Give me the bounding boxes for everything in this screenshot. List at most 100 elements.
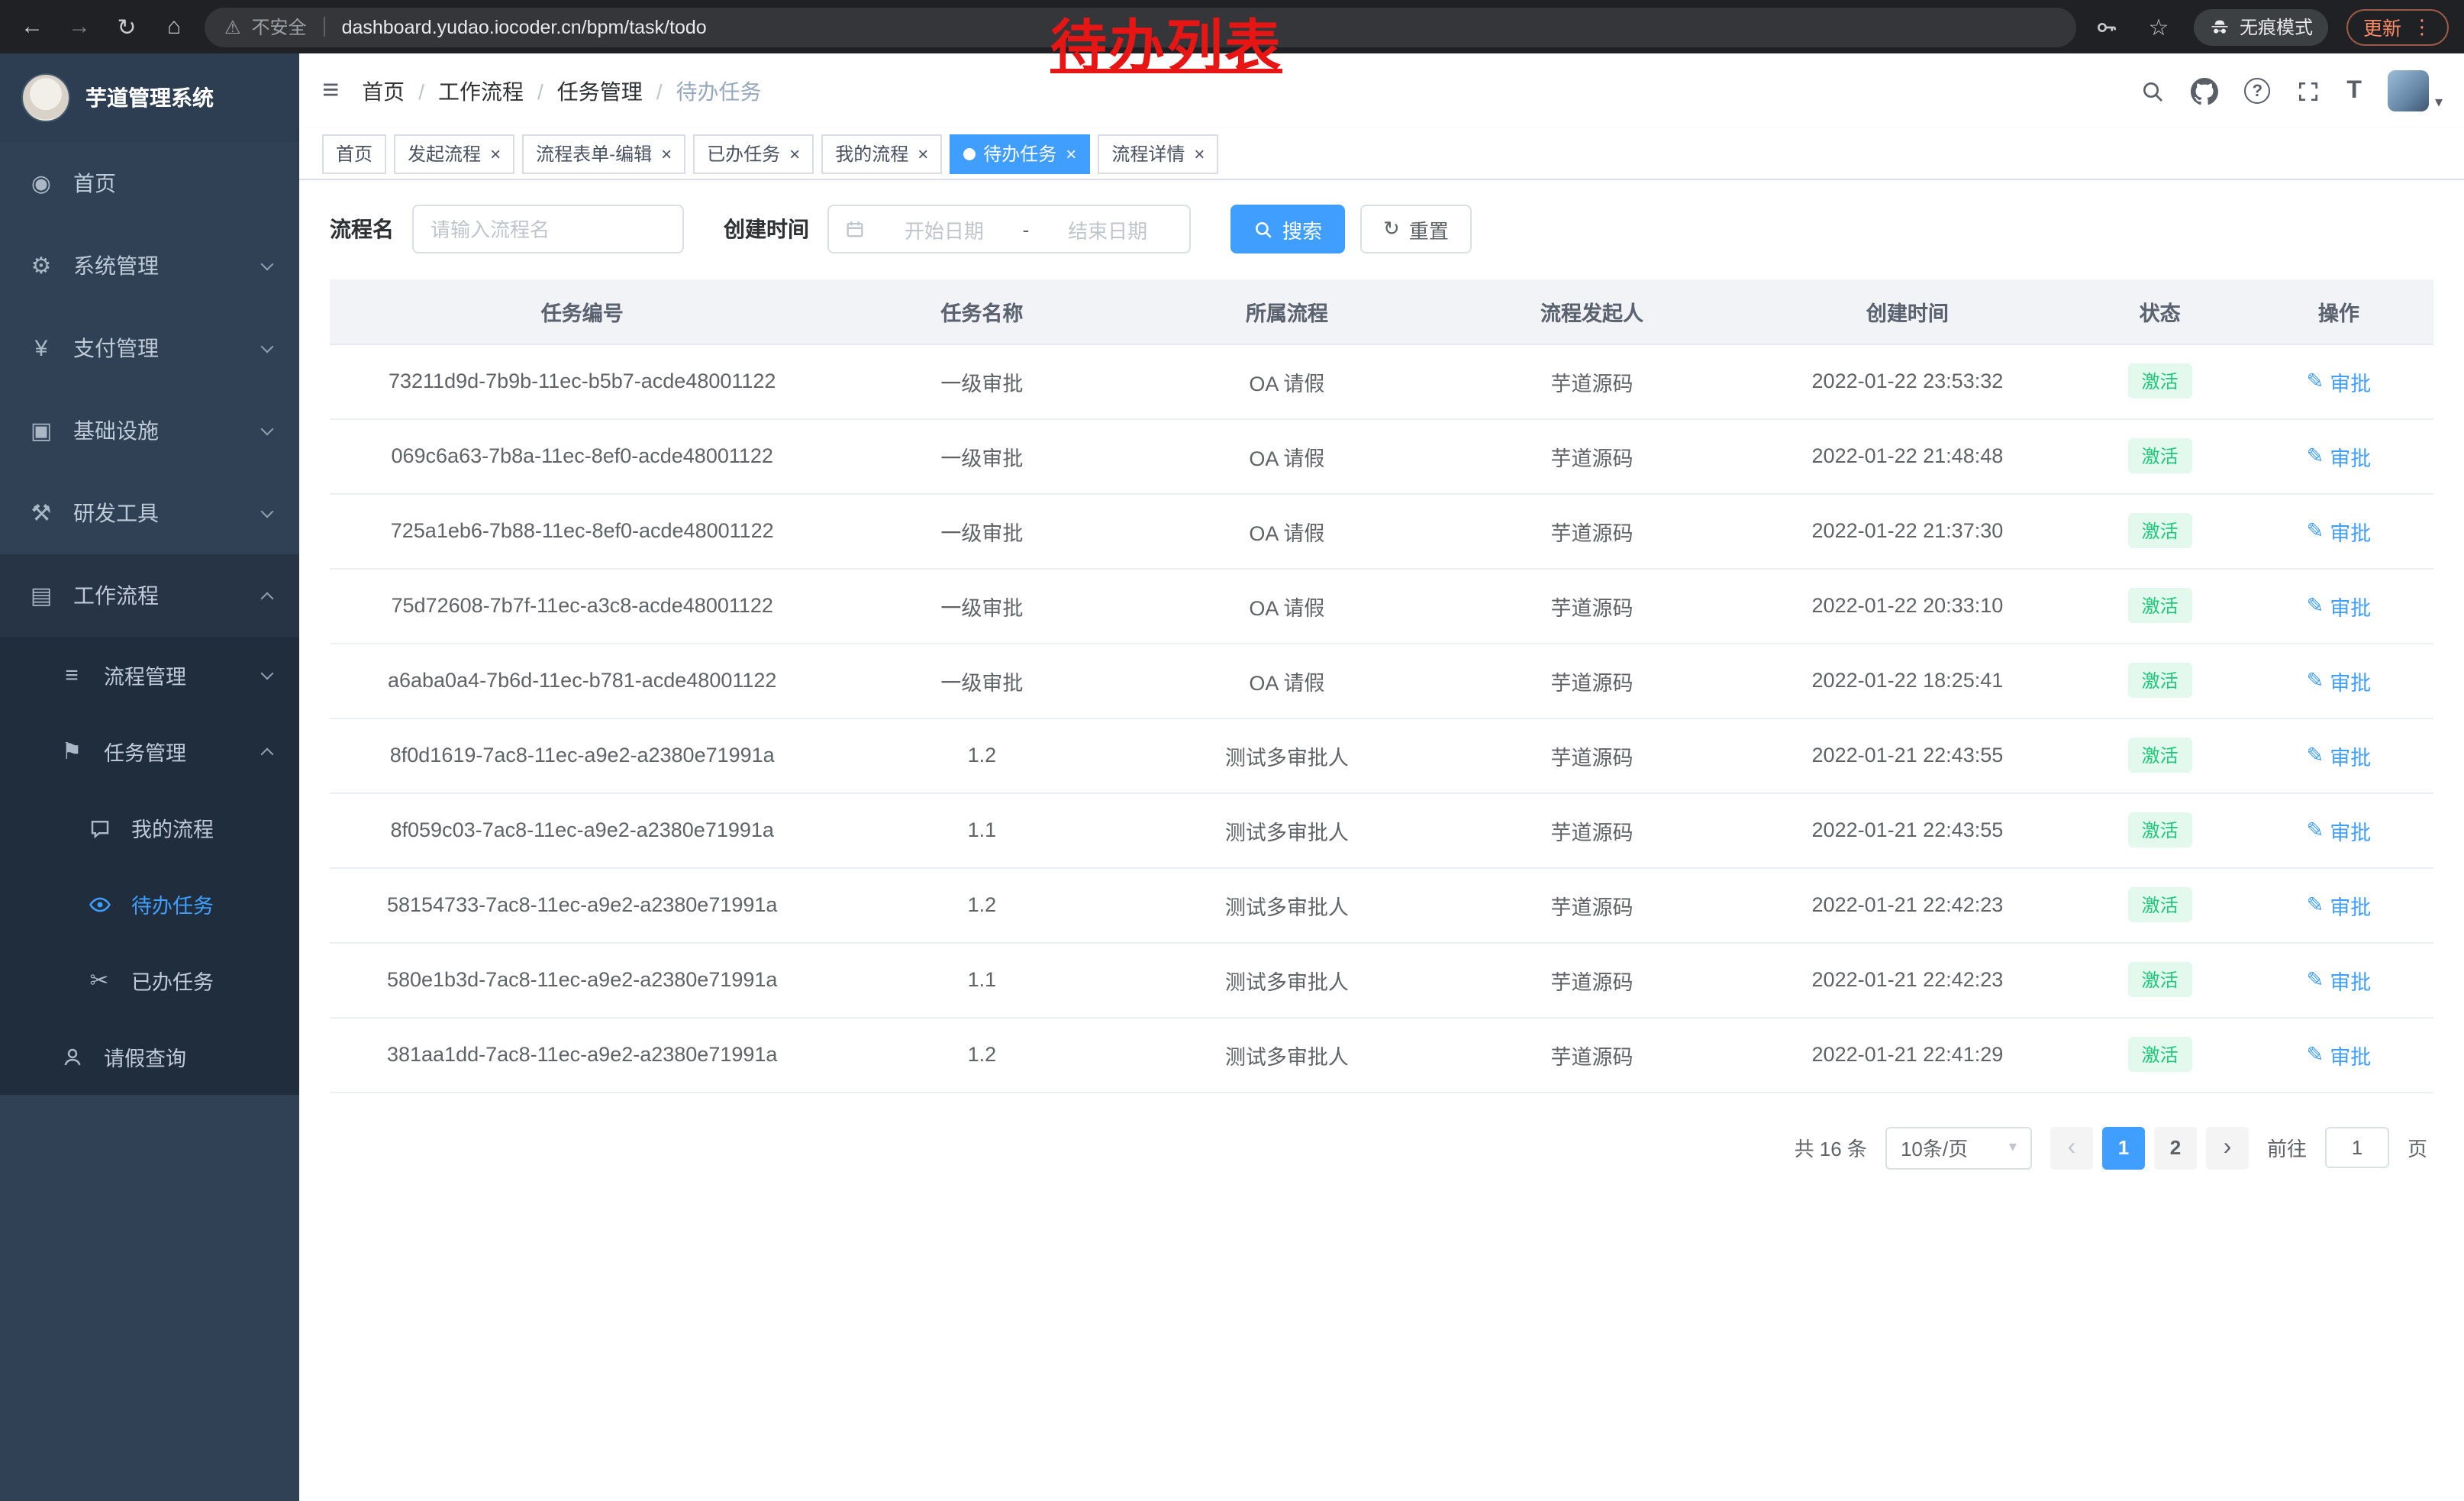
sidebar: 芋道管理系统 ◉ 首页 ⚙ 系统管理 ¥ 支付管理 ▣ [0,53,299,1501]
page-size-select[interactable]: 10条/页 ▾ [1885,1126,2032,1169]
tab-close-icon[interactable]: × [490,144,501,163]
tab-home[interactable]: 首页 [322,134,386,173]
font-size-icon[interactable]: T [2346,77,2362,105]
cell-process: OA 请假 [1129,418,1444,493]
cell-task-name: 一级审批 [834,493,1129,568]
page-button-2[interactable]: 2 [2154,1126,2197,1169]
tab-close-icon[interactable]: × [1066,144,1076,163]
goto-page-input[interactable] [2325,1127,2389,1168]
tab-my-process[interactable]: 我的流程 × [821,134,942,173]
breadcrumb-workflow[interactable]: 工作流程 [438,76,524,106]
next-page-button[interactable]: › [2206,1126,2249,1169]
refresh-icon[interactable]: ↻ [110,10,144,44]
search-icon[interactable] [2140,79,2165,103]
edit-icon: ✎ [2307,369,2324,393]
clipboard-icon: ▤ [27,582,55,609]
breadcrumb-home[interactable]: 首页 [362,76,405,106]
back-icon[interactable]: ← [15,10,49,44]
address-divider [324,17,325,37]
cell-task-name: 一级审批 [834,418,1129,493]
sidebar-item-done-tasks[interactable]: ✂ 已办任务 [0,942,299,1018]
tab-todo-tasks[interactable]: 待办任务 × [950,134,1090,173]
prev-page-button[interactable]: ‹ [2050,1126,2093,1169]
sidebar-item-my-process[interactable]: 我的流程 [0,789,299,866]
goto-label: 前往 [2267,1133,2307,1162]
reset-button[interactable]: ↻ 重置 [1360,205,1472,253]
approve-link[interactable]: ✎审批 [2307,366,2372,396]
sidebar-item-payment[interactable]: ¥ 支付管理 [0,307,299,389]
approve-link[interactable]: ✎审批 [2307,441,2372,471]
update-button[interactable]: 更新 ⋮ [2346,8,2449,45]
app-logo[interactable]: 芋道管理系统 [0,53,299,142]
end-date-placeholder: 结束日期 [1041,215,1174,244]
sidebar-item-process-mgmt[interactable]: ≡ 流程管理 [0,637,299,713]
sidebar-item-todo-tasks[interactable]: 待办任务 [0,866,299,942]
status-badge: 激活 [2128,812,2192,847]
cell-task-name: 1.1 [834,792,1129,867]
fullscreen-icon[interactable] [2296,79,2320,103]
breadcrumb: 首页 / 工作流程 / 任务管理 / 待办任务 [362,76,761,106]
approve-link[interactable]: ✎审批 [2307,1039,2372,1070]
sidebar-item-home[interactable]: ◉ 首页 [0,142,299,224]
cell-task-name: 一级审批 [834,568,1129,643]
user-avatar[interactable]: ▾ [2388,70,2443,111]
tab-start-process[interactable]: 发起流程 × [394,134,514,173]
reset-button-label: 重置 [1409,215,1449,244]
bookmark-star-icon[interactable]: ☆ [2142,10,2175,44]
edit-icon: ✎ [2307,444,2324,468]
tab-close-icon[interactable]: × [789,144,800,163]
tab-close-icon[interactable]: × [918,144,928,163]
tab-form-edit[interactable]: 流程表单-编辑 × [522,134,685,173]
password-key-icon[interactable] [2090,10,2124,44]
help-icon[interactable]: ? [2244,78,2270,104]
approve-link[interactable]: ✎审批 [2307,515,2372,546]
github-icon[interactable] [2191,77,2218,105]
tab-done-tasks[interactable]: 已办任务 × [693,134,814,173]
cell-initiator: 芋道源码 [1445,568,1740,643]
cell-task-id: 725a1eb6-7b88-11ec-8ef0-acde48001122 [330,493,834,568]
process-name-label: 流程名 [330,214,394,244]
home-icon[interactable]: ⌂ [157,10,191,44]
browser-menu-icon[interactable]: ⋮ [2412,15,2432,39]
sidebar-item-workflow[interactable]: ▤ 工作流程 [0,554,299,637]
sidebar-item-leave-query[interactable]: 请假查询 [0,1018,299,1095]
approve-link[interactable]: ✎审批 [2307,740,2372,770]
search-button[interactable]: 搜索 [1230,205,1345,253]
approve-link[interactable]: ✎审批 [2307,964,2372,995]
breadcrumb-task-mgmt[interactable]: 任务管理 [557,76,643,106]
cell-task-id: 58154733-7ac8-11ec-a9e2-a2380e71991a [330,867,834,942]
approve-link[interactable]: ✎审批 [2307,889,2372,920]
sidebar-item-system[interactable]: ⚙ 系统管理 [0,224,299,307]
tab-process-detail[interactable]: 流程详情 × [1098,134,1218,173]
sidebar-toggle[interactable]: ≡ [299,74,362,108]
cell-task-id: 73211d9d-7b9b-11ec-b5b7-acde48001122 [330,344,834,418]
chevron-down-icon [261,340,274,353]
cell-task-name: 1.2 [834,1017,1129,1092]
cell-task-name: 一级审批 [834,643,1129,718]
date-range-picker[interactable]: 开始日期 - 结束日期 [827,205,1191,253]
top-navbar: ≡ 首页 / 工作流程 / 任务管理 / 待办任务 [299,53,2464,128]
forward-icon[interactable]: → [63,10,96,44]
page-button-1[interactable]: 1 [2102,1126,2145,1169]
cell-created: 2022-01-21 22:43:55 [1739,718,2075,792]
process-name-input[interactable] [412,205,684,253]
cell-process: OA 请假 [1129,643,1444,718]
tab-label: 待办任务 [983,140,1056,166]
cell-process: 测试多审批人 [1129,942,1444,1017]
workflow-submenu: ≡ 流程管理 ⚑ 任务管理 我的流程 [0,637,299,1095]
sidebar-item-task-mgmt[interactable]: ⚑ 任务管理 [0,713,299,789]
cell-process: OA 请假 [1129,568,1444,643]
tab-close-icon[interactable]: × [661,144,672,163]
approve-link[interactable]: ✎审批 [2307,665,2372,696]
todo-task-table: 任务编号 任务名称 所属流程 流程发起人 创建时间 状态 操作 73211d9d… [330,279,2433,1093]
tab-label: 流程表单-编辑 [536,140,652,166]
sidebar-item-infrastructure[interactable]: ▣ 基础设施 [0,389,299,472]
approve-link[interactable]: ✎审批 [2307,590,2372,621]
tab-label: 发起流程 [408,140,481,166]
calendar-icon [844,218,866,240]
page-buttons: ‹ 1 2 › [2050,1126,2249,1169]
tab-close-icon[interactable]: × [1194,144,1205,163]
cell-task-id: 069c6a63-7b8a-11ec-8ef0-acde48001122 [330,418,834,493]
approve-link[interactable]: ✎审批 [2307,815,2372,845]
sidebar-item-devtools[interactable]: ⚒ 研发工具 [0,472,299,554]
